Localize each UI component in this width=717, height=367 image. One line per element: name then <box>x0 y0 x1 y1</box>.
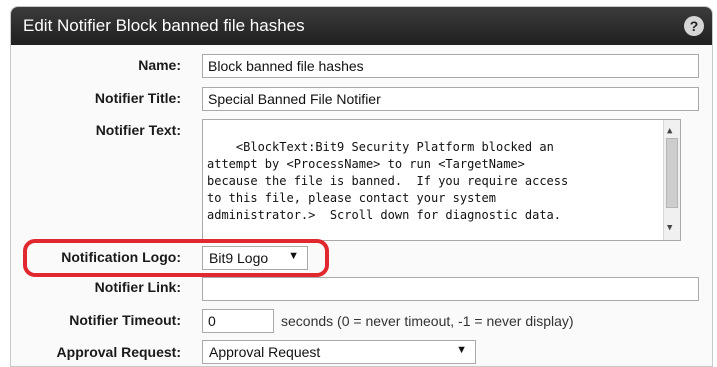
chevron-down-icon: ▼ <box>456 344 467 356</box>
notification-logo-value: Bit9 Logo <box>209 250 269 266</box>
scroll-thumb[interactable] <box>666 138 678 208</box>
approval-request-value: Approval Request <box>209 344 321 360</box>
help-icon[interactable]: ? <box>684 16 704 36</box>
notifier-title-input[interactable]: Special Banned File Notifier <box>202 87 699 111</box>
notifier-title-label: Notifier Title: <box>94 90 181 106</box>
notifier-timeout-input[interactable]: 0 <box>202 309 274 333</box>
notifier-timeout-label: Notifier Timeout: <box>69 312 181 328</box>
timeout-hint: seconds (0 = never timeout, -1 = never d… <box>281 313 574 329</box>
approval-request-select[interactable]: Approval Request ▼ <box>202 340 476 364</box>
notification-logo-label: Notification Logo: <box>61 249 181 265</box>
scroll-down-icon[interactable]: ▼ <box>667 220 672 237</box>
name-input[interactable]: Block banned file hashes <box>202 54 699 78</box>
textarea-scrollbar[interactable]: ▲ ▼ <box>663 120 680 240</box>
notifier-text-label: Notifier Text: <box>95 122 181 138</box>
edit-notifier-dialog: Edit Notifier Block banned file hashes ?… <box>10 6 713 367</box>
chevron-down-icon: ▼ <box>288 250 299 262</box>
dialog-titlebar: Edit Notifier Block banned file hashes ? <box>11 7 712 45</box>
name-label: Name: <box>138 57 181 73</box>
dialog-title: Edit Notifier Block banned file hashes <box>23 16 305 35</box>
notification-logo-select[interactable]: Bit9 Logo ▼ <box>202 246 308 270</box>
notifier-link-label: Notifier Link: <box>94 279 181 295</box>
approval-request-label: Approval Request: <box>56 344 181 360</box>
notifier-text-textarea[interactable]: <BlockText:Bit9 Security Platform blocke… <box>202 119 681 241</box>
notifier-text-content: <BlockText:Bit9 Security Platform blocke… <box>207 140 569 222</box>
notifier-link-input[interactable] <box>202 277 699 301</box>
